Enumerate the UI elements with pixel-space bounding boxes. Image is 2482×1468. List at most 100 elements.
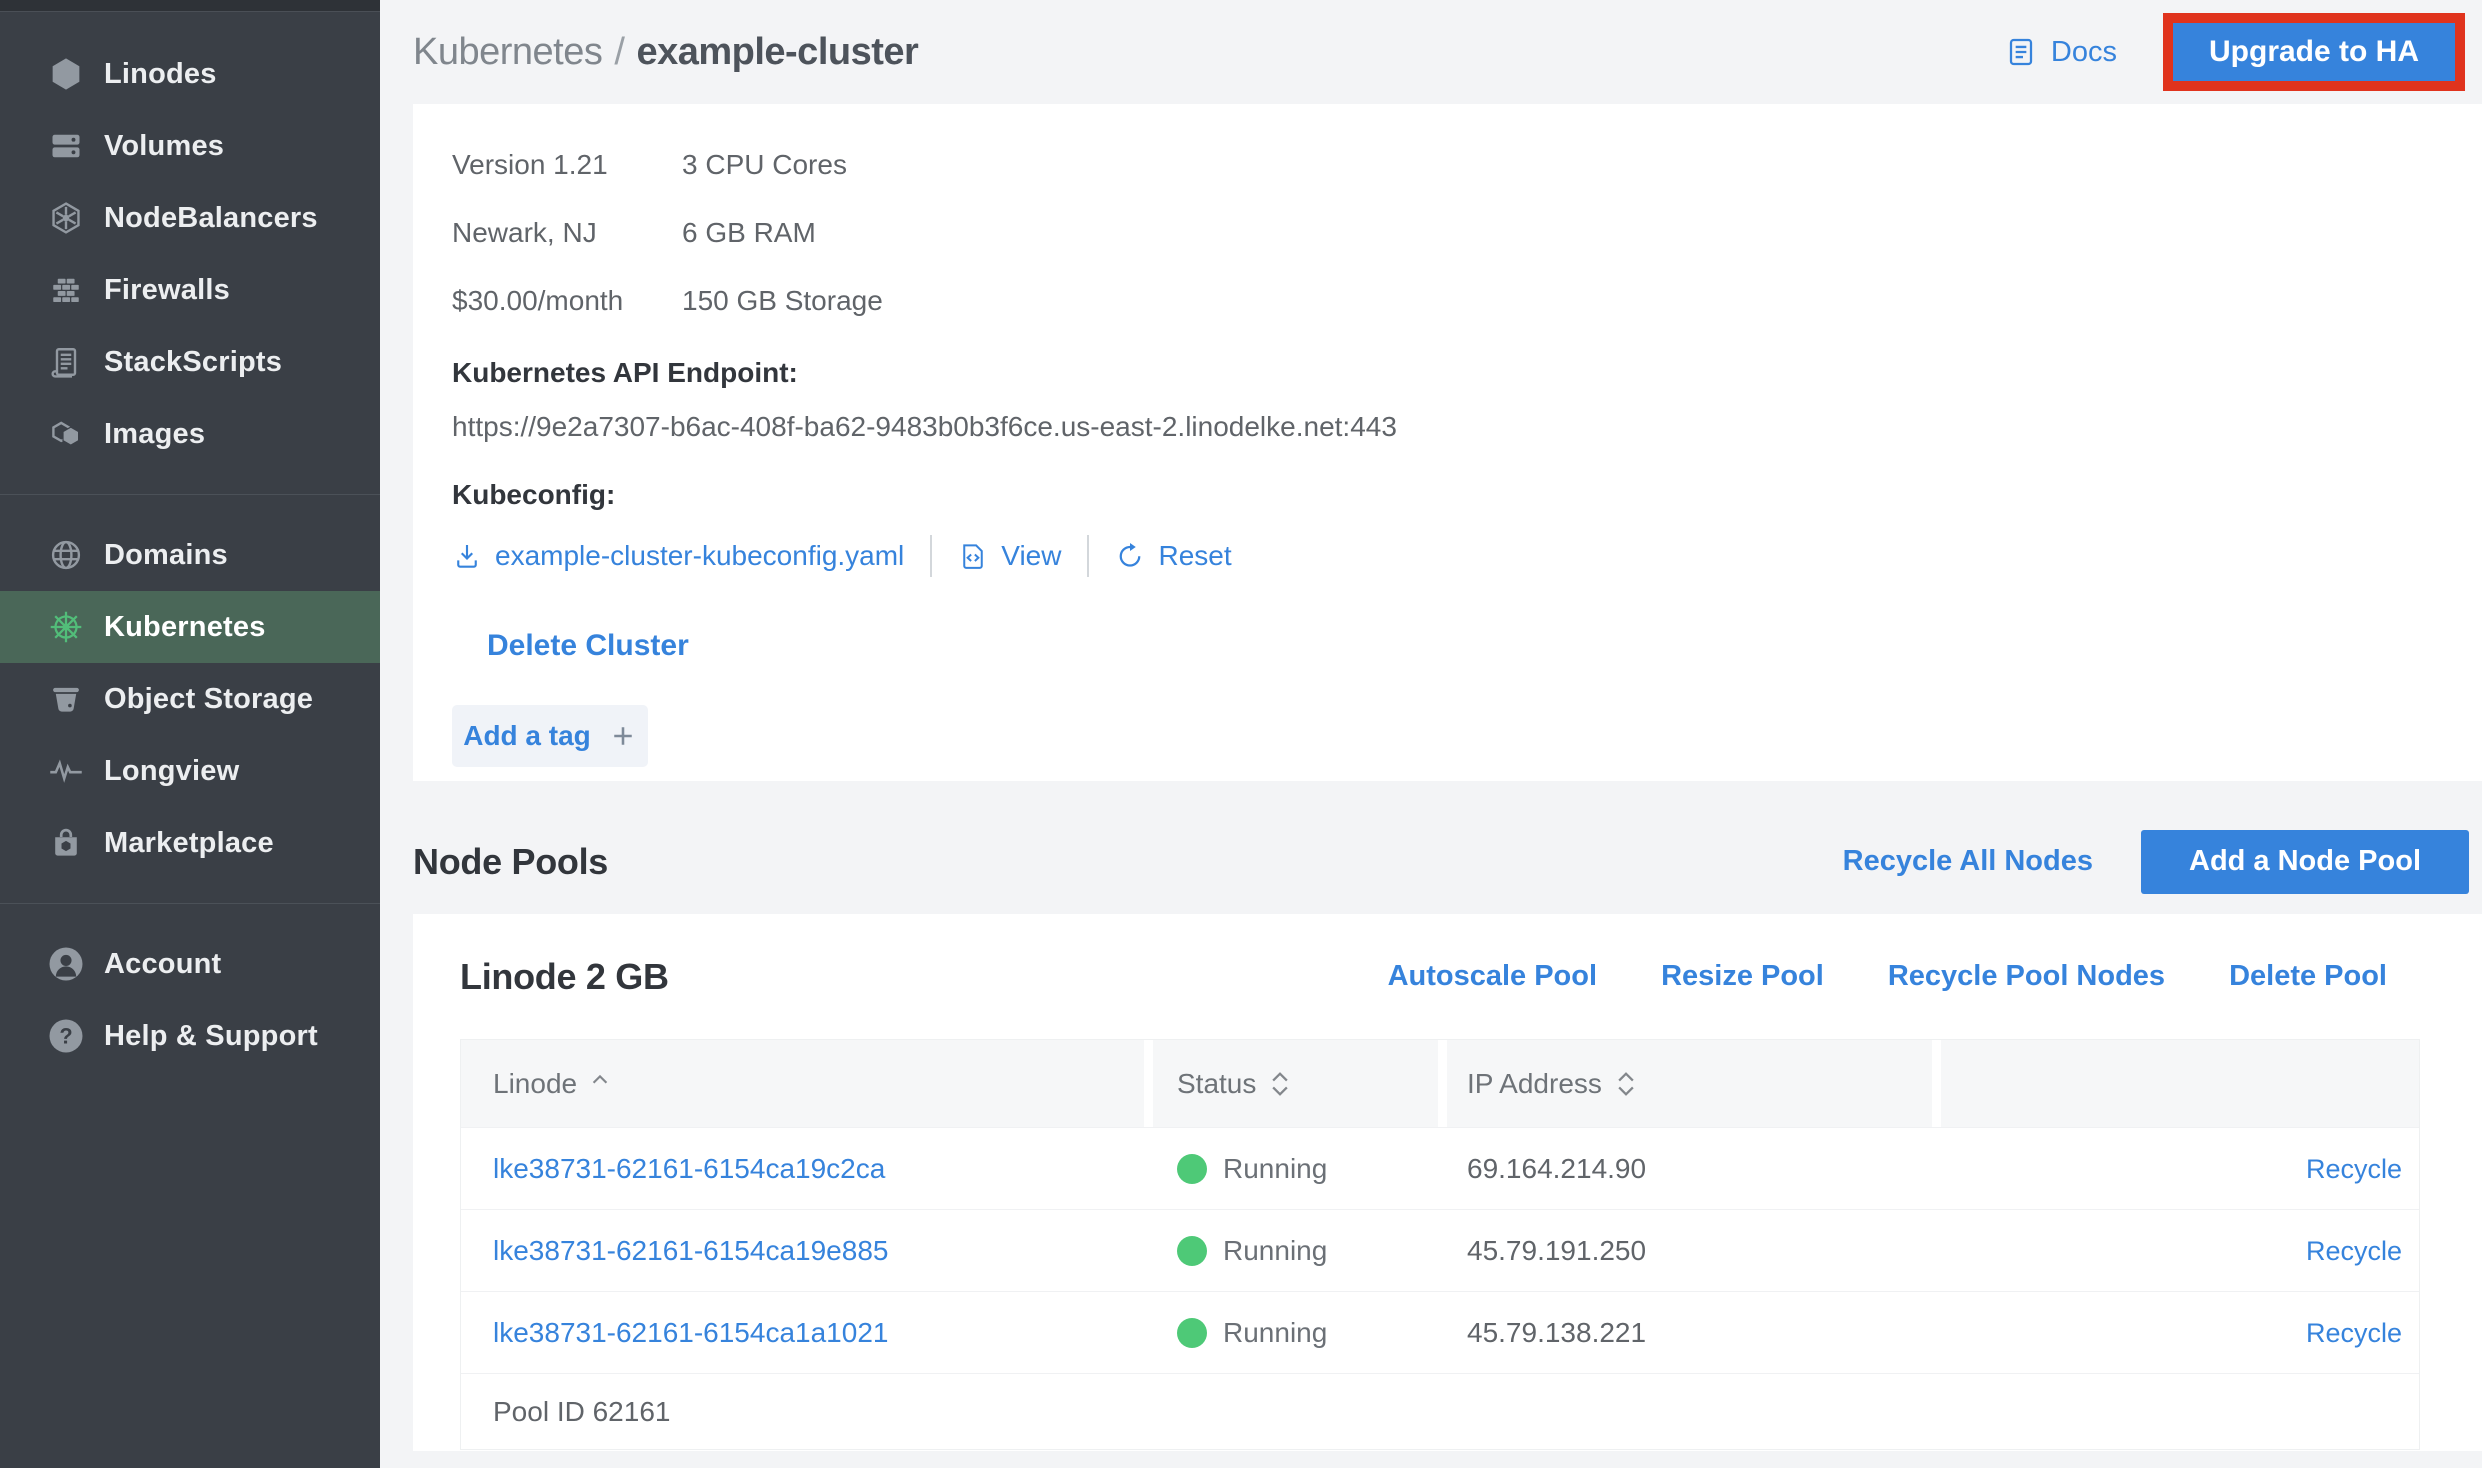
cluster-specs: Version 1.21 3 CPU Cores Newark, NJ 6 GB… xyxy=(452,145,1052,321)
plus-icon xyxy=(609,722,637,750)
sidebar-nav: Linodes Volumes NodeBalancers Firewalls … xyxy=(0,12,380,1072)
docs-label: Docs xyxy=(2051,36,2117,69)
sidebar-item-label: Longview xyxy=(104,755,239,788)
sidebar-item-longview[interactable]: Longview xyxy=(0,735,380,807)
node-row: lke38731-62161-6154ca19e885 Running 45.7… xyxy=(461,1209,2419,1291)
cluster-storage: 150 GB Storage xyxy=(682,281,1052,321)
sidebar-item-nodebalancers[interactable]: NodeBalancers xyxy=(0,182,380,254)
column-header-ip-address[interactable]: IP Address xyxy=(1447,1040,1941,1127)
help-icon: ? xyxy=(48,1018,84,1054)
column-header-status[interactable]: Status xyxy=(1153,1040,1447,1127)
delete-cluster-button[interactable]: Delete Cluster xyxy=(487,629,689,663)
sidebar-item-label: Marketplace xyxy=(104,827,274,860)
node-link[interactable]: lke38731-62161-6154ca1a1021 xyxy=(493,1317,888,1348)
sidebar-item-linodes[interactable]: Linodes xyxy=(0,38,380,110)
cluster-summary-card: Version 1.21 3 CPU Cores Newark, NJ 6 GB… xyxy=(413,104,2482,781)
stackscripts-icon xyxy=(48,344,84,380)
status-dot xyxy=(1177,1154,1207,1184)
view-code-icon xyxy=(958,541,988,571)
kubeconfig-download-link[interactable]: example-cluster-kubeconfig.yaml xyxy=(452,540,904,572)
recycle-all-nodes-link[interactable]: Recycle All Nodes xyxy=(1843,845,2093,878)
sidebar-item-label: Help & Support xyxy=(104,1020,318,1053)
sidebar-divider xyxy=(0,494,380,495)
table-header-row: Linode Status IP Address xyxy=(461,1040,2419,1127)
node-pools-title: Node Pools xyxy=(413,841,608,883)
add-node-pool-button[interactable]: Add a Node Pool xyxy=(2141,830,2469,894)
node-status: Running xyxy=(1223,1235,1327,1267)
breadcrumb-current-cluster: example-cluster xyxy=(636,31,918,74)
status-dot xyxy=(1177,1236,1207,1266)
topbar-edge xyxy=(0,0,380,12)
sidebar-item-help-support[interactable]: ? Help & Support xyxy=(0,1000,380,1072)
sort-both-icon xyxy=(1268,1068,1292,1100)
sidebar-item-label: Kubernetes xyxy=(104,611,266,644)
sidebar-item-label: Linodes xyxy=(104,58,217,91)
recycle-pool-nodes-link[interactable]: Recycle Pool Nodes xyxy=(1888,960,2165,993)
add-tag-button[interactable]: Add a tag xyxy=(452,705,648,767)
upgrade-highlight-annotation: Upgrade to HA xyxy=(2163,13,2465,91)
sidebar-item-stackscripts[interactable]: StackScripts xyxy=(0,326,380,398)
separator xyxy=(1087,535,1089,577)
sidebar-item-label: Images xyxy=(104,418,205,451)
autoscale-pool-link[interactable]: Autoscale Pool xyxy=(1388,960,1598,993)
node-ip: 69.164.214.90 xyxy=(1447,1153,1941,1185)
column-header-linode[interactable]: Linode xyxy=(461,1040,1153,1127)
kubeconfig-label: Kubeconfig: xyxy=(452,479,2442,511)
sidebar-item-label: Domains xyxy=(104,539,228,572)
add-tag-label: Add a tag xyxy=(463,720,591,752)
account-icon xyxy=(48,946,84,982)
linodes-icon xyxy=(48,56,84,92)
nodebalancers-icon xyxy=(48,200,84,236)
breadcrumb-kubernetes-link[interactable]: Kubernetes xyxy=(413,31,602,74)
sidebar-item-label: Object Storage xyxy=(104,683,313,716)
sidebar-item-object-storage[interactable]: Object Storage xyxy=(0,663,380,735)
cluster-price: $30.00/month xyxy=(452,281,682,321)
breadcrumb-separator: / xyxy=(614,31,624,74)
recycle-node-link[interactable]: Recycle xyxy=(2306,1318,2402,1348)
sidebar-item-account[interactable]: Account xyxy=(0,928,380,1000)
sidebar-divider xyxy=(0,903,380,904)
recycle-node-link[interactable]: Recycle xyxy=(2306,1154,2402,1184)
status-dot xyxy=(1177,1318,1207,1348)
recycle-node-link[interactable]: Recycle xyxy=(2306,1236,2402,1266)
pool-header: Linode 2 GB Autoscale Pool Resize Pool R… xyxy=(413,914,2482,1039)
reset-label: Reset xyxy=(1158,540,1231,572)
upgrade-to-ha-button[interactable]: Upgrade to HA xyxy=(2173,23,2455,81)
sidebar-item-marketplace[interactable]: Marketplace xyxy=(0,807,380,879)
node-link[interactable]: lke38731-62161-6154ca19e885 xyxy=(493,1235,888,1266)
node-link[interactable]: lke38731-62161-6154ca19c2ca xyxy=(493,1153,885,1184)
kubeconfig-view-link[interactable]: View xyxy=(958,540,1061,572)
cluster-ram: 6 GB RAM xyxy=(682,213,1052,253)
kubeconfig-file-label: example-cluster-kubeconfig.yaml xyxy=(495,540,904,572)
delete-pool-link[interactable]: Delete Pool xyxy=(2229,960,2387,993)
sidebar-item-domains[interactable]: Domains xyxy=(0,519,380,591)
download-icon xyxy=(452,541,482,571)
cluster-cpu: 3 CPU Cores xyxy=(682,145,1052,185)
column-label: Linode xyxy=(493,1068,577,1100)
node-row: lke38731-62161-6154ca1a1021 Running 45.7… xyxy=(461,1291,2419,1373)
kubeconfig-reset-link[interactable]: Reset xyxy=(1115,540,1231,572)
sidebar-item-kubernetes[interactable]: Kubernetes xyxy=(0,591,380,663)
kubeconfig-row: example-cluster-kubeconfig.yaml View Res… xyxy=(452,535,2442,577)
svg-text:?: ? xyxy=(59,1024,72,1049)
sidebar-item-label: StackScripts xyxy=(104,346,282,379)
separator xyxy=(930,535,932,577)
pool-id-row: Pool ID 62161 xyxy=(461,1373,2419,1449)
sidebar: Linodes Volumes NodeBalancers Firewalls … xyxy=(0,0,380,1468)
firewalls-icon xyxy=(48,272,84,308)
sidebar-item-volumes[interactable]: Volumes xyxy=(0,110,380,182)
breadcrumb: Kubernetes / example-cluster xyxy=(413,31,918,74)
pool-name: Linode 2 GB xyxy=(460,956,669,998)
kubernetes-icon xyxy=(48,609,84,645)
node-pool-card: Linode 2 GB Autoscale Pool Resize Pool R… xyxy=(413,914,2482,1451)
images-icon xyxy=(48,416,84,452)
resize-pool-link[interactable]: Resize Pool xyxy=(1661,960,1824,993)
node-ip: 45.79.138.221 xyxy=(1447,1317,1941,1349)
sidebar-item-images[interactable]: Images xyxy=(0,398,380,470)
pool-action-links: Autoscale Pool Resize Pool Recycle Pool … xyxy=(1388,960,2387,993)
docs-link[interactable]: Docs xyxy=(2005,36,2117,69)
longview-icon xyxy=(48,753,84,789)
sidebar-item-firewalls[interactable]: Firewalls xyxy=(0,254,380,326)
pool-id-label: Pool ID 62161 xyxy=(493,1396,670,1428)
node-ip: 45.79.191.250 xyxy=(1447,1235,1941,1267)
